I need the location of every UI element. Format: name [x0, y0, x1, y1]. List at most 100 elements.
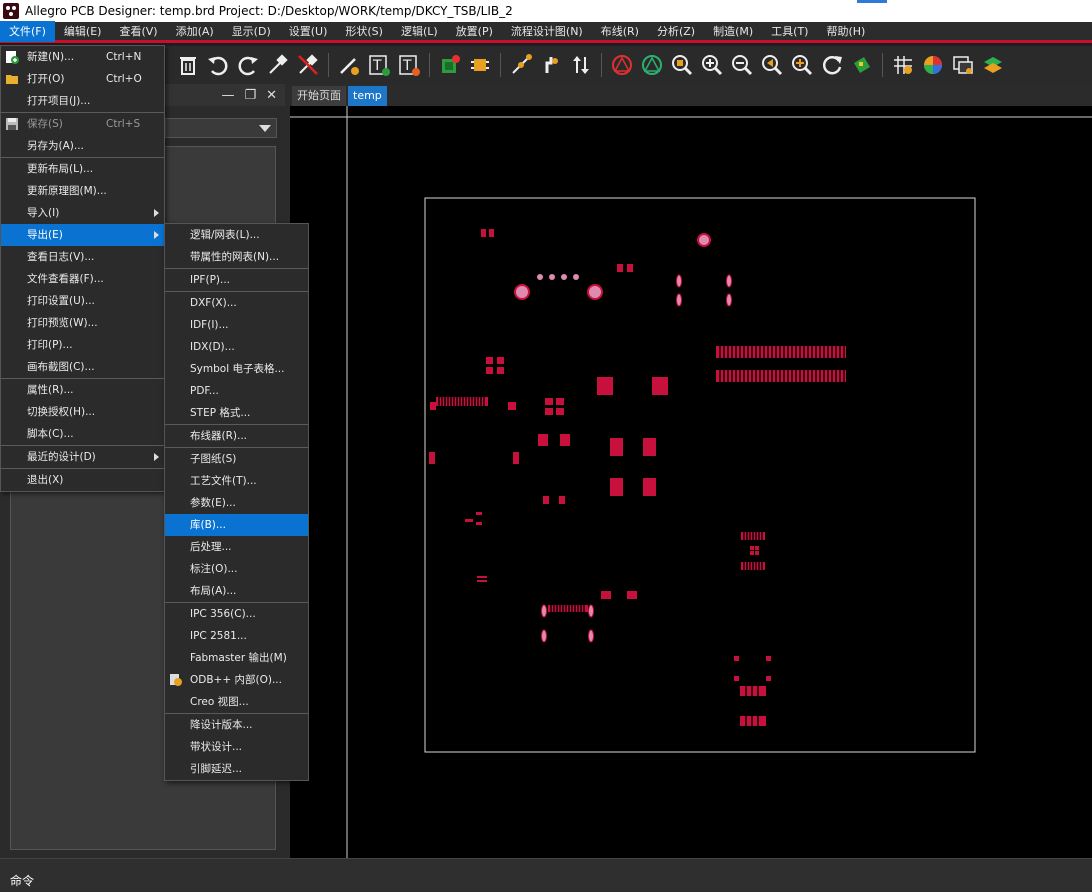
export-creo[interactable]: Creo 视图... [165, 691, 308, 713]
export-ipc356[interactable]: IPC 356(C)... [165, 603, 308, 625]
folder-icon [6, 75, 18, 84]
window-icon[interactable] [950, 52, 976, 78]
layers-icon[interactable] [980, 52, 1006, 78]
menu-view-log[interactable]: 查看日志(V)... [1, 246, 164, 268]
tab-start-page[interactable]: 开始页面 [292, 86, 346, 106]
menu-file-viewer[interactable]: 文件查看器(F)... [1, 268, 164, 290]
add-text-icon[interactable]: T [366, 52, 392, 78]
export-idf[interactable]: IDF(I)... [165, 314, 308, 336]
grid-icon[interactable] [890, 52, 916, 78]
menu-canvas-capture[interactable]: 画布截图(C)... [1, 356, 164, 378]
swap-icon[interactable] [568, 52, 594, 78]
menu-tools[interactable]: 工具(T) [762, 21, 817, 42]
export-dxf[interactable]: DXF(X)... [165, 292, 308, 314]
zoom-out-icon[interactable] [729, 52, 755, 78]
pcb-canvas[interactable] [290, 106, 1092, 858]
tab-temp[interactable]: temp [348, 86, 387, 106]
menu-edit[interactable]: 编辑(E) [55, 21, 111, 42]
export-ipf[interactable]: IPF(P)... [165, 269, 308, 291]
menu-display[interactable]: 显示(D) [223, 21, 280, 42]
menu-save-as[interactable]: 另存为(A)... [1, 135, 164, 157]
zoom-fit-icon[interactable] [669, 52, 695, 78]
board-3d-icon[interactable] [849, 52, 875, 78]
menu-properties[interactable]: 属性(R)... [1, 379, 164, 401]
menu-label: 打开(O) [27, 73, 65, 85]
zoom-center-icon[interactable] [789, 52, 815, 78]
delete-icon[interactable] [175, 52, 201, 78]
menu-label: 文件查看器(F)... [27, 273, 104, 285]
menu-recent-designs[interactable]: 最近的设计(D) [1, 446, 164, 468]
redo-icon[interactable] [235, 52, 261, 78]
export-idx[interactable]: IDX(D)... [165, 336, 308, 358]
menu-view[interactable]: 查看(V) [110, 21, 166, 42]
menu-open[interactable]: 打开(O) Ctrl+O [1, 68, 164, 90]
export-step[interactable]: STEP 格式... [165, 402, 308, 424]
color-icon[interactable] [920, 52, 946, 78]
menu-new[interactable]: 新建(N)... Ctrl+N [1, 46, 164, 68]
slide-icon[interactable] [538, 52, 564, 78]
zoom-in-icon[interactable] [699, 52, 725, 78]
edit-text-icon[interactable]: T [396, 52, 422, 78]
export-annotation[interactable]: 标注(O)... [165, 558, 308, 580]
menu-setup[interactable]: 设置(U) [280, 21, 337, 42]
place-chip-icon[interactable] [467, 52, 493, 78]
drc-ok-icon[interactable] [639, 52, 665, 78]
menu-import[interactable]: 导入(I) [1, 202, 164, 224]
board-outline [424, 197, 976, 753]
export-logic-netlist[interactable]: 逻辑/网表(L)... [165, 224, 308, 246]
close-icon[interactable]: ✕ [266, 88, 277, 103]
menu-update-schematic[interactable]: 更新原理图(M)... [1, 180, 164, 202]
add-line-icon[interactable] [336, 52, 362, 78]
export-strip-design[interactable]: 带状设计... [165, 736, 308, 758]
menu-switch-license[interactable]: 切换授权(H)... [1, 401, 164, 423]
menu-help[interactable]: 帮助(H) [817, 21, 874, 42]
route-connect-icon[interactable] [508, 52, 534, 78]
export-libraries[interactable]: 库(B)... [165, 514, 308, 536]
pin-icon[interactable] [265, 52, 291, 78]
menu-export[interactable]: 导出(E) [1, 224, 164, 246]
menu-file[interactable]: 文件(F) [0, 20, 55, 42]
export-subdrawing[interactable]: 子图纸(S) [165, 448, 308, 470]
export-post-process[interactable]: 后处理... [165, 536, 308, 558]
undo-icon[interactable] [205, 52, 231, 78]
export-techfile[interactable]: 工艺文件(T)... [165, 470, 308, 492]
menu-exit[interactable]: 退出(X) [1, 469, 164, 491]
menu-analyze[interactable]: 分析(Z) [648, 21, 704, 42]
export-netlist-props[interactable]: 带属性的网表(N)... [165, 246, 308, 268]
menu-flowplan[interactable]: 流程设计图(N) [502, 21, 592, 42]
menu-shortcut: Ctrl+N [106, 51, 142, 63]
toolbar-separator [882, 53, 883, 77]
place-component-icon[interactable] [437, 52, 463, 78]
export-pdf[interactable]: PDF... [165, 380, 308, 402]
menu-print-preview[interactable]: 打印预览(W)... [1, 312, 164, 334]
menu-update-layout[interactable]: 更新布局(L)... [1, 158, 164, 180]
menu-script[interactable]: 脚本(C)... [1, 423, 164, 445]
export-odb[interactable]: ODB++ 内部(O)... [165, 669, 308, 691]
panel-dropdown[interactable] [165, 118, 277, 138]
menu-print-setup[interactable]: 打印设置(U)... [1, 290, 164, 312]
menu-open-project[interactable]: 打开项目(J)... [1, 90, 164, 112]
unpin-icon[interactable] [295, 52, 321, 78]
menu-logic[interactable]: 逻辑(L) [392, 21, 447, 42]
export-downrev[interactable]: 降设计版本... [165, 714, 308, 736]
zoom-previous-icon[interactable] [759, 52, 785, 78]
minimize-icon[interactable]: — [221, 88, 234, 103]
menu-place[interactable]: 放置(P) [447, 21, 502, 42]
export-placement[interactable]: 布局(A)... [165, 580, 308, 602]
export-parameters[interactable]: 参数(E)... [165, 492, 308, 514]
menu-add[interactable]: 添加(A) [167, 21, 223, 42]
export-pin-delay[interactable]: 引脚延迟... [165, 758, 308, 780]
menu-manufacture[interactable]: 制造(M) [704, 21, 762, 42]
export-router[interactable]: 布线器(R)... [165, 425, 308, 447]
export-fabmaster[interactable]: Fabmaster 输出(M) [165, 647, 308, 669]
export-ipc2581[interactable]: IPC 2581... [165, 625, 308, 647]
menu-print[interactable]: 打印(P)... [1, 334, 164, 356]
menu-save[interactable]: 保存(S) Ctrl+S [1, 113, 164, 135]
menu-shape[interactable]: 形状(S) [336, 21, 392, 42]
export-symbol-spreadsheet[interactable]: Symbol 电子表格... [165, 358, 308, 380]
redraw-icon[interactable] [819, 52, 845, 78]
toolbar-separator [500, 53, 501, 77]
drc-error-icon[interactable] [609, 52, 635, 78]
menu-route[interactable]: 布线(R) [592, 21, 648, 42]
restore-icon[interactable]: ❐ [244, 88, 256, 103]
